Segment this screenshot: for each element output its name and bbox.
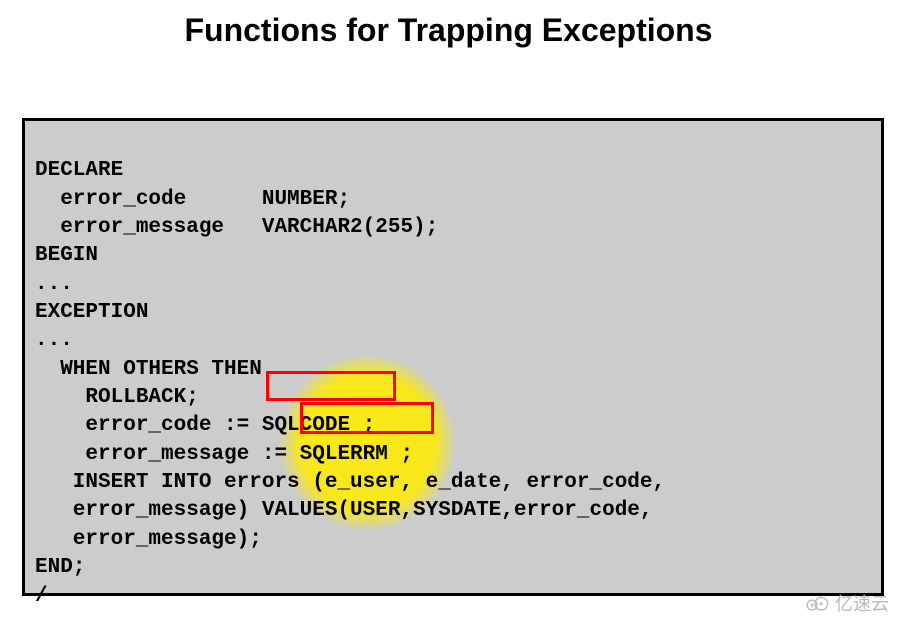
- cloud-icon: [803, 593, 831, 613]
- code-line: error_message VARCHAR2(255);: [35, 216, 438, 239]
- code-line: END;: [35, 556, 85, 579]
- code-line: WHEN OTHERS THEN: [35, 358, 262, 381]
- code-line: INSERT INTO errors (e_user, e_date, erro…: [35, 471, 665, 494]
- code-line: DECLARE: [35, 159, 123, 182]
- code-line: error_code NUMBER;: [35, 188, 350, 211]
- code-line: BEGIN: [35, 244, 98, 267]
- code-line: error_code := SQLCODE ;: [35, 414, 375, 437]
- code-line: error_message := SQLERRM ;: [35, 443, 413, 466]
- watermark: 亿速云: [803, 590, 889, 616]
- code-line: ...: [35, 329, 73, 352]
- code-line: EXCEPTION: [35, 301, 148, 324]
- code-text: DECLARE error_code NUMBER; error_message…: [35, 157, 871, 611]
- watermark-text: 亿速云: [835, 590, 889, 616]
- code-block: DECLARE error_code NUMBER; error_message…: [22, 118, 884, 596]
- page-title: Functions for Trapping Exceptions: [0, 0, 897, 57]
- code-line: ...: [35, 273, 73, 296]
- code-line: ROLLBACK;: [35, 386, 199, 409]
- code-line: error_message);: [35, 528, 262, 551]
- code-line: error_message) VALUES(USER,SYSDATE,error…: [35, 499, 653, 522]
- code-line: /: [35, 585, 48, 608]
